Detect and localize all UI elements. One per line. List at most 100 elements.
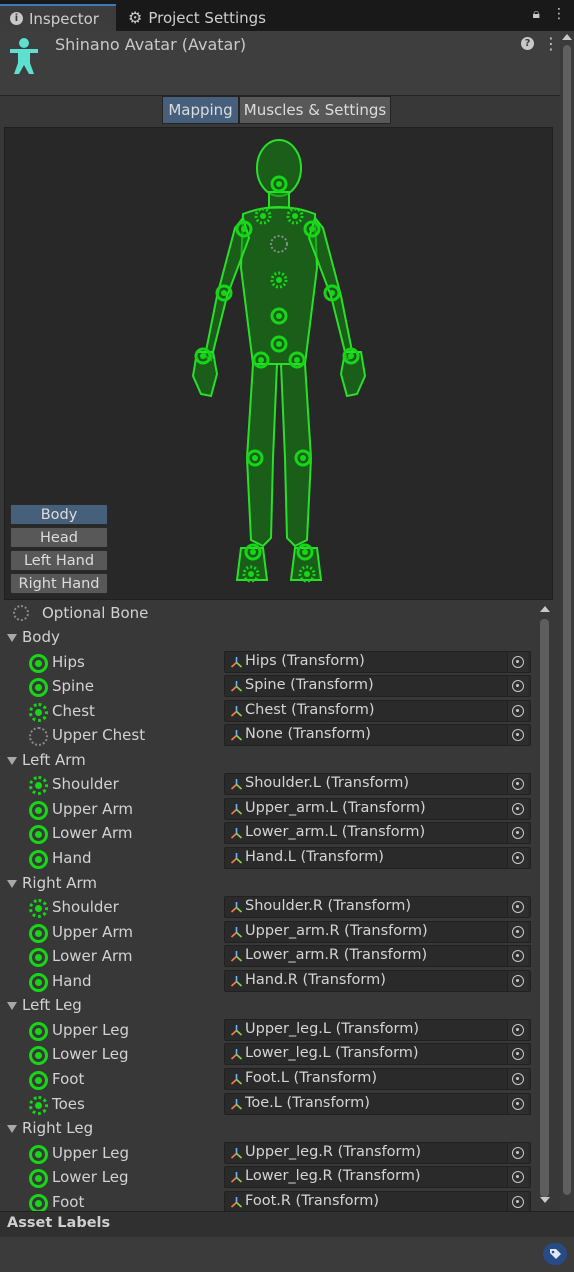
bone-transform-field[interactable]: Upper_arm.R (Transform): [224, 921, 531, 943]
list-scroll-down-icon[interactable]: [540, 1197, 550, 1203]
optional-bone-icon: [13, 605, 29, 621]
bone-transform-field[interactable]: Chest (Transform): [224, 700, 531, 722]
bone-transform-field[interactable]: Hips (Transform): [224, 651, 531, 673]
tab-inspector[interactable]: i Inspector: [0, 4, 116, 31]
bone-row: Shoulder Shoulder.R (Transform): [0, 896, 538, 921]
list-scroll-up-icon[interactable]: [540, 606, 550, 612]
bone-transform-field[interactable]: Lower_leg.R (Transform): [224, 1166, 531, 1188]
inspector-header: Shinano Avatar (Avatar) ? ⋮: [0, 31, 560, 96]
mapping-tab[interactable]: Mapping: [162, 96, 239, 124]
object-picker-button[interactable]: [507, 1020, 528, 1040]
object-picker-button[interactable]: [507, 946, 528, 966]
object-picker-button[interactable]: [507, 1094, 528, 1114]
header-menu-icon[interactable]: ⋮: [543, 34, 559, 53]
transform-icon: [230, 804, 243, 815]
object-picker-button[interactable]: [507, 1192, 528, 1211]
body-part-body[interactable]: Body: [10, 504, 108, 525]
object-picker-button[interactable]: [507, 1044, 528, 1064]
bone-transform-field[interactable]: Lower_arm.R (Transform): [224, 945, 531, 967]
bone-transform-field[interactable]: Spine (Transform): [224, 675, 531, 697]
help-icon[interactable]: ?: [521, 37, 534, 50]
bone-row: Foot Foot.R (Transform): [0, 1191, 538, 1211]
list-scrollbar-thumb[interactable]: [540, 619, 549, 1197]
bone-status-icon: [29, 654, 48, 673]
tag-icon[interactable]: [543, 1243, 567, 1265]
bone-transform-field[interactable]: Foot.L (Transform): [224, 1068, 531, 1090]
bone-row: Lower Leg Lower_leg.L (Transform): [0, 1043, 538, 1068]
object-picker-button[interactable]: [507, 1069, 528, 1089]
object-picker-button[interactable]: [507, 701, 528, 721]
group-left-arm[interactable]: Left Arm: [0, 749, 538, 774]
bone-transform-field[interactable]: Hand.R (Transform): [224, 970, 531, 992]
bone-label: Foot: [52, 1070, 85, 1088]
body-part-head[interactable]: Head: [10, 527, 108, 548]
group-left-leg[interactable]: Left Leg: [0, 994, 538, 1019]
bone-list-scrollbar[interactable]: [538, 601, 552, 1211]
object-picker-button[interactable]: [507, 676, 528, 696]
group-label: Body: [22, 628, 60, 646]
group-right-leg[interactable]: Right Leg: [0, 1117, 538, 1142]
object-picker-icon: [512, 852, 524, 864]
object-picker-button[interactable]: [507, 922, 528, 942]
bone-transform-field[interactable]: Upper_leg.R (Transform): [224, 1142, 531, 1164]
group-body[interactable]: Body: [0, 626, 538, 651]
object-picker-button[interactable]: [507, 897, 528, 917]
object-picker-button[interactable]: [507, 971, 528, 991]
bone-transform-field[interactable]: Foot.R (Transform): [224, 1191, 531, 1211]
bone-status-icon: [29, 1194, 48, 1211]
scrollbar-thumb[interactable]: [563, 45, 571, 1195]
bone-transform-field[interactable]: Hand.L (Transform): [224, 847, 531, 869]
bone-transform-field[interactable]: Upper_leg.L (Transform): [224, 1019, 531, 1041]
object-picker-icon: [512, 1048, 524, 1060]
bone-transform-field[interactable]: Lower_leg.L (Transform): [224, 1043, 531, 1065]
lock-icon[interactable]: 🔒︎: [533, 6, 540, 22]
bone-transform-value: None (Transform): [245, 726, 371, 742]
bone-transform-value: Toe.L (Transform): [245, 1095, 370, 1111]
avatar-icon: [10, 38, 38, 74]
tab-project-settings-label: Project Settings: [148, 8, 266, 27]
kebab-menu-icon[interactable]: ⋮: [552, 6, 566, 22]
bone-transform-field[interactable]: None (Transform): [224, 724, 531, 746]
object-picker-button[interactable]: [507, 823, 528, 843]
bone-mapping-list: Optional Bone Body Hips Hips (Transform) Sp…: [0, 601, 538, 1211]
foldout-arrow-icon[interactable]: [7, 757, 17, 765]
bone-row: Lower Arm Lower_arm.L (Transform): [0, 822, 538, 847]
foldout-arrow-icon[interactable]: [7, 634, 17, 642]
asset-labels-bar[interactable]: Asset Labels: [0, 1211, 574, 1237]
transform-icon: [230, 828, 243, 839]
object-picker-button[interactable]: [507, 1167, 528, 1187]
foldout-arrow-icon[interactable]: [7, 1002, 17, 1010]
object-picker-icon: [512, 926, 524, 938]
body-part-left-hand[interactable]: Left Hand: [10, 550, 108, 571]
object-picker-button[interactable]: [507, 774, 528, 794]
bone-transform-field[interactable]: Shoulder.L (Transform): [224, 773, 531, 795]
transform-icon: [230, 706, 243, 717]
object-picker-icon: [512, 680, 524, 692]
bone-transform-field[interactable]: Upper_arm.L (Transform): [224, 798, 531, 820]
bone-label: Spine: [52, 677, 94, 695]
bone-row: Spine Spine (Transform): [0, 675, 538, 700]
bone-transform-field[interactable]: Toe.L (Transform): [224, 1093, 531, 1115]
bone-transform-field[interactable]: Lower_arm.L (Transform): [224, 822, 531, 844]
bone-row: Hips Hips (Transform): [0, 651, 538, 676]
body-part-right-hand[interactable]: Right Hand: [10, 573, 108, 594]
scroll-up-icon[interactable]: [562, 34, 572, 40]
bone-transform-field[interactable]: Shoulder.R (Transform): [224, 896, 531, 918]
bone-label: Hand: [52, 972, 92, 990]
bone-transform-value: Upper_arm.R (Transform): [245, 923, 428, 939]
object-picker-button[interactable]: [507, 1143, 528, 1163]
tab-project-settings[interactable]: ⚙ Project Settings: [118, 4, 278, 31]
foldout-arrow-icon[interactable]: [7, 880, 17, 888]
transform-icon: [230, 1049, 243, 1060]
bone-label: Toes: [52, 1095, 85, 1113]
foldout-arrow-icon[interactable]: [7, 1125, 17, 1133]
object-picker-button[interactable]: [507, 725, 528, 745]
object-picker-button[interactable]: [507, 799, 528, 819]
transform-icon: [230, 1025, 243, 1036]
object-picker-button[interactable]: [507, 848, 528, 868]
muscles-settings-tab[interactable]: Muscles & Settings: [239, 96, 391, 124]
inspector-scrollbar[interactable]: [560, 31, 574, 1211]
group-right-arm[interactable]: Right Arm: [0, 872, 538, 897]
object-picker-button[interactable]: [507, 652, 528, 672]
transform-icon: [230, 902, 243, 913]
